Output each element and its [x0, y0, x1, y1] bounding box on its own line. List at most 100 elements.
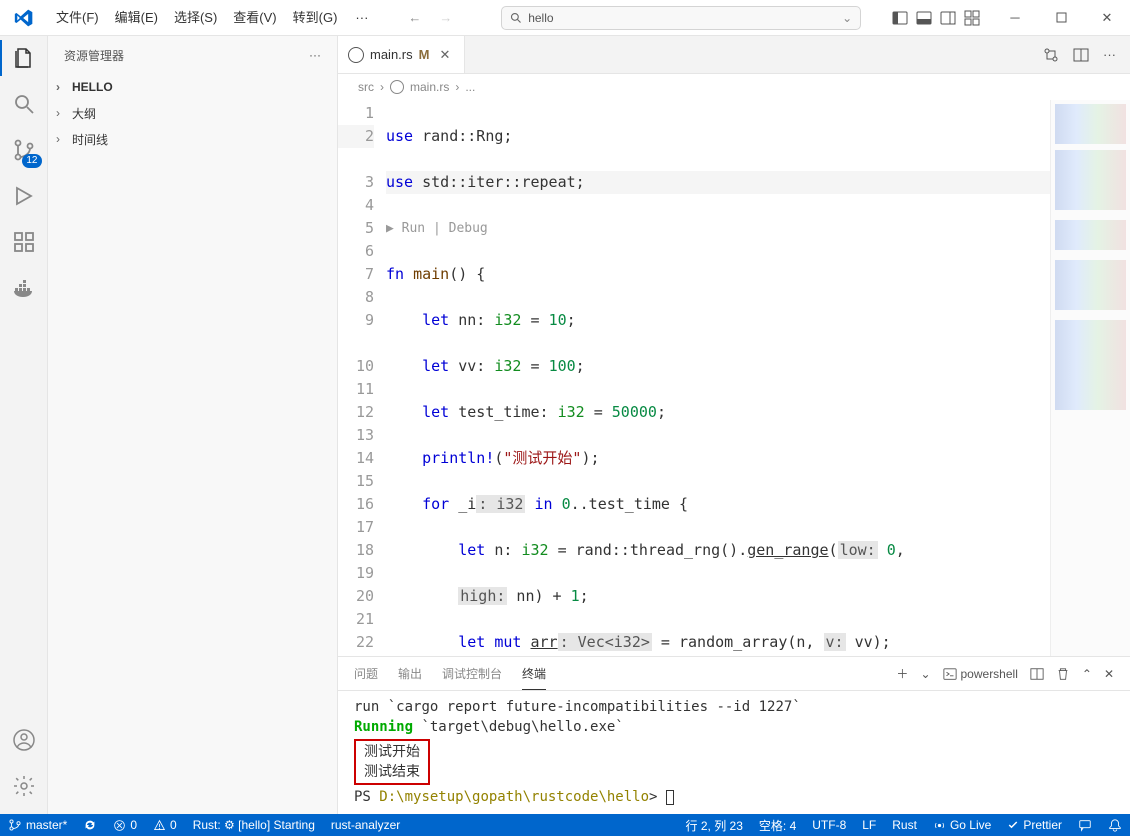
layout-sidebar-left-icon[interactable]	[892, 10, 908, 26]
status-errors[interactable]: 0	[105, 814, 145, 836]
vscode-logo-icon	[0, 8, 48, 28]
nav-arrows: ← →	[378, 10, 482, 25]
close-button[interactable]: ✕	[1084, 0, 1130, 36]
activity-run-debug-icon[interactable]	[10, 182, 38, 210]
status-prettier[interactable]: Prettier	[999, 818, 1070, 832]
activity-docker-icon[interactable]	[10, 274, 38, 302]
scm-badge: 12	[22, 154, 41, 168]
sidebar-more-icon[interactable]: ···	[309, 48, 321, 62]
menu-go[interactable]: 转到(G)	[285, 0, 346, 36]
status-cursor-position[interactable]: 行 2, 列 23	[678, 817, 751, 834]
sidebar-header: 资源管理器 ···	[48, 36, 337, 74]
sidebar-section-label: 大纲	[72, 105, 96, 122]
minimap[interactable]	[1050, 100, 1130, 656]
sidebar-section-timeline[interactable]: › 时间线	[48, 126, 337, 152]
panel-tab-output[interactable]: 输出	[398, 657, 422, 690]
editor-actions: ···	[1029, 36, 1130, 73]
status-encoding[interactable]: UTF-8	[804, 818, 854, 832]
breadcrumb-item[interactable]: ...	[465, 80, 475, 94]
activity-accounts-icon[interactable]	[10, 726, 38, 754]
more-actions-icon[interactable]: ···	[1103, 47, 1116, 62]
command-center-search[interactable]: hello ⌄	[501, 6, 861, 30]
chevron-right-icon: ›	[56, 132, 72, 146]
terminal-profile-icon[interactable]: powershell	[943, 667, 1018, 681]
tab-close-icon[interactable]: ✕	[435, 47, 454, 63]
activity-bar: 12	[0, 36, 48, 814]
menu-view[interactable]: 查看(V)	[225, 0, 284, 36]
editor-tab-bar: main.rs M ✕ ···	[338, 36, 1130, 74]
split-editor-icon[interactable]	[1073, 47, 1089, 63]
chevron-right-icon: ›	[455, 80, 459, 94]
status-eol[interactable]: LF	[854, 818, 884, 832]
title-bar: 文件(F) 编辑(E) 选择(S) 查看(V) 转到(G) ··· ← → he…	[0, 0, 1130, 36]
editor-tab-main-rs[interactable]: main.rs M ✕	[338, 36, 465, 73]
tab-modified-indicator: M	[419, 47, 430, 62]
layout-controls	[880, 10, 992, 26]
status-language[interactable]: Rust	[884, 818, 925, 832]
breadcrumb-item[interactable]: src	[358, 80, 374, 94]
menu-overflow[interactable]: ···	[345, 0, 378, 36]
status-notifications-icon[interactable]	[1100, 818, 1130, 832]
menu-selection[interactable]: 选择(S)	[166, 0, 225, 36]
sidebar-section-label: 时间线	[72, 131, 108, 148]
panel-tab-terminal[interactable]: 终端	[522, 657, 546, 690]
status-rust[interactable]: Rust: ⚙ [hello] Starting	[185, 814, 323, 836]
layout-customize-icon[interactable]	[964, 10, 980, 26]
nav-forward-icon[interactable]: →	[439, 10, 452, 25]
menu-edit[interactable]: 编辑(E)	[107, 0, 166, 36]
terminal-dropdown-icon[interactable]: ⌄	[920, 667, 930, 681]
split-terminal-icon[interactable]	[1030, 667, 1044, 681]
breadcrumb-item[interactable]: main.rs	[410, 80, 449, 94]
kill-terminal-icon[interactable]	[1056, 667, 1070, 681]
activity-source-control-icon[interactable]: 12	[10, 136, 38, 164]
new-terminal-icon[interactable]: ＋	[896, 665, 908, 682]
sidebar-explorer: 资源管理器 ··· › HELLO › 大纲 › 时间线	[48, 36, 338, 814]
status-warnings[interactable]: 0	[145, 814, 185, 836]
chevron-right-icon: ›	[56, 80, 72, 94]
rust-file-icon	[390, 80, 404, 94]
sidebar-title: 资源管理器	[64, 47, 124, 64]
terminal-content[interactable]: run `cargo report future-incompatibiliti…	[338, 691, 1130, 814]
breadcrumb[interactable]: src › main.rs › ...	[338, 74, 1130, 100]
maximize-panel-icon[interactable]: ⌃	[1082, 667, 1092, 681]
terminal-cursor	[666, 790, 674, 805]
activity-extensions-icon[interactable]	[10, 228, 38, 256]
layout-panel-icon[interactable]	[916, 10, 932, 26]
code-content[interactable]: use rand::Rng; use std::iter::repeat; ▶ …	[386, 100, 1050, 656]
nav-back-icon[interactable]: ←	[408, 10, 421, 25]
search-icon	[510, 12, 522, 24]
bottom-panel: 问题 输出 调试控制台 终端 ＋ ⌄ powershell ⌃ ✕ run `c…	[338, 656, 1130, 814]
sidebar-section-outline[interactable]: › 大纲	[48, 100, 337, 126]
menu-bar: 文件(F) 编辑(E) 选择(S) 查看(V) 转到(G) ···	[48, 0, 378, 36]
status-bar: master* 0 0 Rust: ⚙ [hello] Starting rus…	[0, 814, 1130, 836]
activity-explorer-icon[interactable]	[10, 44, 38, 72]
rust-file-icon	[348, 47, 364, 63]
minimize-button[interactable]: ─	[992, 0, 1038, 36]
close-panel-icon[interactable]: ✕	[1104, 667, 1114, 681]
sidebar-section-hello[interactable]: › HELLO	[48, 74, 337, 100]
status-indentation[interactable]: 空格: 4	[751, 817, 804, 834]
maximize-button[interactable]	[1038, 0, 1084, 36]
status-feedback-icon[interactable]	[1070, 818, 1100, 832]
activity-settings-icon[interactable]	[10, 772, 38, 800]
activity-search-icon[interactable]	[10, 90, 38, 118]
panel-tabs: 问题 输出 调试控制台 终端 ＋ ⌄ powershell ⌃ ✕	[338, 657, 1130, 691]
chevron-right-icon: ›	[380, 80, 384, 94]
status-rust-analyzer[interactable]: rust-analyzer	[323, 814, 408, 836]
window-controls: ─ ✕	[992, 0, 1130, 36]
panel-tab-problems[interactable]: 问题	[354, 657, 378, 690]
terminal-highlight-box: 测试开始 测试结束	[354, 739, 430, 785]
editor-group: main.rs M ✕ ··· src › main.rs › ... 12 3…	[338, 36, 1130, 814]
menu-file[interactable]: 文件(F)	[48, 0, 107, 36]
layout-sidebar-right-icon[interactable]	[940, 10, 956, 26]
text-editor[interactable]: 12 3456789 10111213141516171819202122 us…	[338, 100, 1130, 656]
panel-tab-debug-console[interactable]: 调试控制台	[442, 657, 502, 690]
status-go-live[interactable]: Go Live	[925, 818, 999, 832]
compare-changes-icon[interactable]	[1043, 47, 1059, 63]
code-lens-run-debug[interactable]: ▶ Run | Debug	[386, 217, 1050, 240]
status-branch[interactable]: master*	[0, 814, 75, 836]
tab-title: main.rs	[370, 47, 413, 62]
sidebar-section-label: HELLO	[72, 80, 113, 94]
status-sync[interactable]	[75, 814, 105, 836]
search-text: hello	[528, 11, 553, 25]
